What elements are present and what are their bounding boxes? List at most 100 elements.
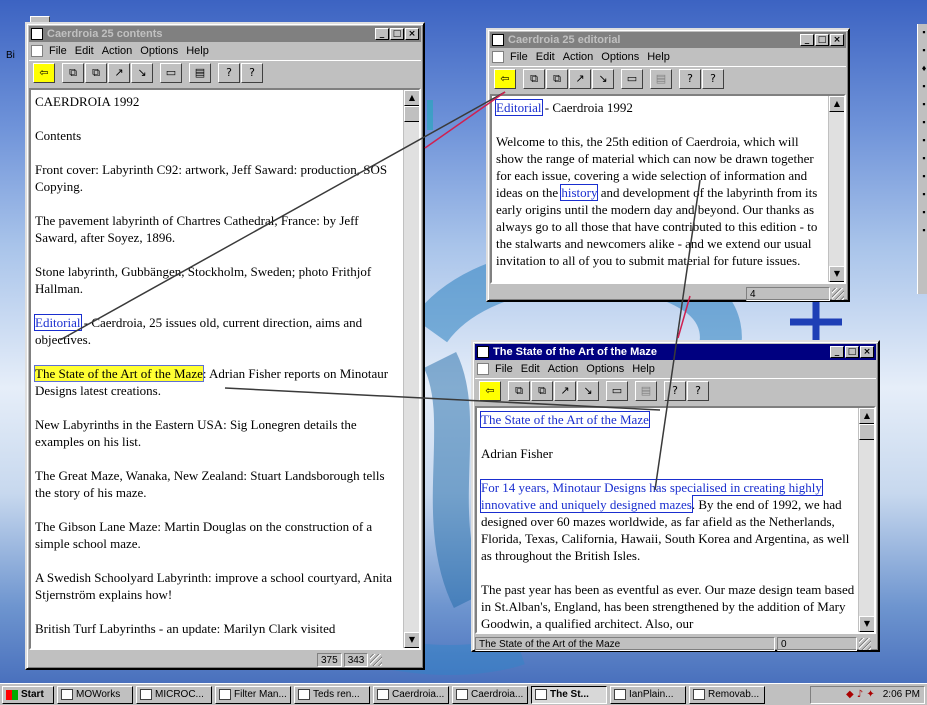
start-button[interactable]: Start xyxy=(2,685,54,704)
tool-icon[interactable]: ▪ xyxy=(919,99,927,109)
taskbar-button[interactable]: MICROC... xyxy=(136,685,212,704)
editorial-window[interactable]: Caerdroia 25 editorial _ □ × File Edit A… xyxy=(486,28,850,302)
scroll-down-icon[interactable]: ▼ xyxy=(404,632,419,648)
document-icon[interactable]: ▤ xyxy=(635,380,657,401)
tool-icon[interactable]: ▪ xyxy=(919,81,927,91)
tool-icon[interactable]: ▪ xyxy=(919,207,927,217)
vertical-scrollbar[interactable]: ▲ ▼ xyxy=(828,96,844,282)
menu-edit[interactable]: Edit xyxy=(521,363,540,375)
menu-help[interactable]: Help xyxy=(647,51,670,63)
taskbar-button[interactable]: Caerdroia... xyxy=(452,685,528,704)
taskbar-button[interactable]: Teds ren... xyxy=(294,685,370,704)
tool-icon[interactable]: ▪ xyxy=(919,45,927,55)
contents-document[interactable]: CAERDROIA 1992 Contents Front cover: Lab… xyxy=(29,88,421,650)
help-icon[interactable]: ? xyxy=(679,68,701,89)
taskbar-button[interactable]: MOWorks xyxy=(57,685,133,704)
taskbar-button[interactable]: Caerdroia... xyxy=(373,685,449,704)
help-icon[interactable]: ? xyxy=(218,62,240,83)
close-button[interactable]: × xyxy=(405,28,419,40)
maze-document[interactable]: The State of the Art of the Maze Adrian … xyxy=(475,406,876,634)
menu-options[interactable]: Options xyxy=(140,45,178,57)
menu-file[interactable]: File xyxy=(495,363,513,375)
copy-icon[interactable]: ⧉ xyxy=(508,380,530,401)
link-icon[interactable]: ↗ xyxy=(569,68,591,89)
taskbar-button[interactable]: Removab... xyxy=(689,685,765,704)
system-menu-icon[interactable] xyxy=(477,363,489,375)
link-icon[interactable]: ↗ xyxy=(108,62,130,83)
scroll-up-icon[interactable]: ▲ xyxy=(829,96,844,112)
editorial-link[interactable]: Editorial xyxy=(34,314,82,331)
menu-edit[interactable]: Edit xyxy=(536,51,555,63)
history-link[interactable]: history xyxy=(560,184,599,201)
scroll-up-icon[interactable]: ▲ xyxy=(404,90,419,106)
resize-grip[interactable] xyxy=(859,638,871,650)
system-menu-icon[interactable] xyxy=(31,45,43,57)
document-icon[interactable]: ▤ xyxy=(189,62,211,83)
menu-file[interactable]: File xyxy=(49,45,67,57)
maximize-button[interactable]: □ xyxy=(390,28,404,40)
editorial-titlebar[interactable]: Caerdroia 25 editorial _ □ × xyxy=(490,32,846,48)
contents-titlebar[interactable]: Caerdroia 25 contents _ □ × xyxy=(29,26,421,42)
taskbar-button-active[interactable]: The St... xyxy=(531,685,607,704)
back-arrow-icon[interactable]: ⇦ xyxy=(494,68,516,89)
open-folder-icon[interactable]: ▭ xyxy=(606,380,628,401)
resize-grip[interactable] xyxy=(832,288,844,300)
menu-action[interactable]: Action xyxy=(548,363,579,375)
contents-window[interactable]: Caerdroia 25 contents _ □ × File Edit Ac… xyxy=(25,22,425,670)
minimize-button[interactable]: _ xyxy=(800,34,814,46)
editorial-heading-link[interactable]: Editorial xyxy=(495,99,543,116)
menu-action[interactable]: Action xyxy=(563,51,594,63)
back-arrow-icon[interactable]: ⇦ xyxy=(33,62,55,83)
tool-icon[interactable]: ▪ xyxy=(919,171,927,181)
maze-heading-link[interactable]: The State of the Art of the Maze xyxy=(480,411,650,428)
open-folder-icon[interactable]: ▭ xyxy=(160,62,182,83)
open-folder-icon[interactable]: ▭ xyxy=(621,68,643,89)
help-icon[interactable]: ? xyxy=(664,380,686,401)
context-help-icon[interactable]: ? xyxy=(702,68,724,89)
menu-action[interactable]: Action xyxy=(102,45,133,57)
copy-icon[interactable]: ⧉ xyxy=(62,62,84,83)
unlink-icon[interactable]: ↘ xyxy=(577,380,599,401)
back-arrow-icon[interactable]: ⇦ xyxy=(479,380,501,401)
tool-icon[interactable]: ♦ xyxy=(919,63,927,73)
vertical-scrollbar[interactable]: ▲ ▼ xyxy=(403,90,419,648)
unlink-icon[interactable]: ↘ xyxy=(131,62,153,83)
tool-icon[interactable]: ▪ xyxy=(919,189,927,199)
system-menu-icon[interactable] xyxy=(492,51,504,63)
taskbar-button[interactable]: IanPlain... xyxy=(610,685,686,704)
tray-icons[interactable]: ◆ ♪ ✦ xyxy=(846,689,875,700)
copy-link-icon[interactable]: ⧉ xyxy=(531,380,553,401)
maze-article-window[interactable]: The State of the Art of the Maze _ □ × F… xyxy=(471,340,880,652)
taskbar-button[interactable]: Filter Man... xyxy=(215,685,291,704)
copy-link-icon[interactable]: ⧉ xyxy=(85,62,107,83)
vertical-scrollbar[interactable]: ▲ ▼ xyxy=(858,408,874,632)
menu-options[interactable]: Options xyxy=(601,51,639,63)
copy-link-icon[interactable]: ⧉ xyxy=(546,68,568,89)
scroll-thumb[interactable] xyxy=(404,106,419,122)
scroll-up-icon[interactable]: ▲ xyxy=(859,408,874,424)
unlink-icon[interactable]: ↘ xyxy=(592,68,614,89)
maze-titlebar[interactable]: The State of the Art of the Maze _ □ × xyxy=(475,344,876,360)
maximize-button[interactable]: □ xyxy=(845,346,859,358)
tool-icon[interactable]: ▪ xyxy=(919,27,927,37)
editorial-document[interactable]: Editorial - Caerdroia 1992 Welcome to th… xyxy=(490,94,846,284)
minimize-button[interactable]: _ xyxy=(375,28,389,40)
tool-icon[interactable]: ▪ xyxy=(919,153,927,163)
tool-icon[interactable]: ▪ xyxy=(919,135,927,145)
context-help-icon[interactable]: ? xyxy=(241,62,263,83)
scroll-down-icon[interactable]: ▼ xyxy=(859,616,874,632)
scroll-thumb[interactable] xyxy=(859,424,874,440)
tool-icon[interactable]: ▪ xyxy=(919,225,927,235)
menu-edit[interactable]: Edit xyxy=(75,45,94,57)
maximize-button[interactable]: □ xyxy=(815,34,829,46)
scroll-down-icon[interactable]: ▼ xyxy=(829,266,844,282)
close-button[interactable]: × xyxy=(860,346,874,358)
tool-icon[interactable]: ▪ xyxy=(919,117,927,127)
menu-help[interactable]: Help xyxy=(186,45,209,57)
document-icon[interactable]: ▤ xyxy=(650,68,672,89)
close-button[interactable]: × xyxy=(830,34,844,46)
menu-file[interactable]: File xyxy=(510,51,528,63)
menu-help[interactable]: Help xyxy=(632,363,655,375)
link-icon[interactable]: ↗ xyxy=(554,380,576,401)
context-help-icon[interactable]: ? xyxy=(687,380,709,401)
